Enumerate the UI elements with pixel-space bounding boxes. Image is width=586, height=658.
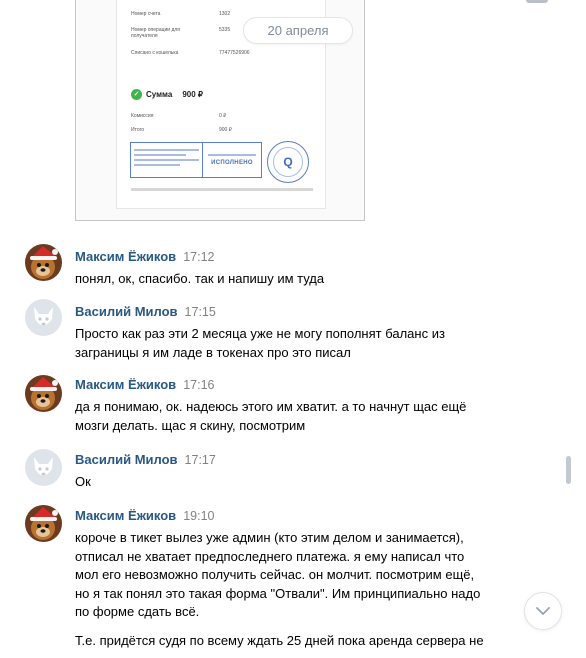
message-line: понял, ок, спасибо. так и напишу им туда <box>75 271 325 286</box>
qiwi-seal: Q <box>267 141 309 183</box>
message-line: но я так понял это такая форма "Отвали".… <box>75 585 481 601</box>
message-line: мозги делать. щас я скину, посмотрим <box>75 417 306 433</box>
message-header: Василий Милов 17:15 <box>75 304 216 320</box>
stamp-status-text: ИСПОЛНЕНО <box>211 160 253 166</box>
message-text: Просто как раз эти 2 месяца уже не могу … <box>75 325 495 362</box>
default-dog-avatar[interactable] <box>25 449 62 486</box>
message-header: Максим Ёжиков 17:16 <box>75 377 214 393</box>
message-line: заграницы я им ладе в токенах про это пи… <box>75 344 351 360</box>
message-line: короче в тикет вылез уже админ (кто этим… <box>75 530 464 545</box>
message-time[interactable]: 17:17 <box>185 453 216 467</box>
message-line: по форме сдать всё. <box>75 604 200 619</box>
scroll-down-button[interactable] <box>524 592 562 630</box>
date-divider: 20 апреля <box>243 17 353 44</box>
message-blank-line <box>75 622 495 632</box>
message-text: да я понимаю, ок. надеюсь этого им хвати… <box>75 398 495 435</box>
receipt-row-value: 77477526906 <box>219 50 250 56</box>
message-line: мол его невозможно получить сейчас. он м… <box>75 567 475 582</box>
message-header: Максим Ёжиков 19:10 <box>75 508 214 524</box>
receipt-row-label: Номер счета <box>131 11 161 17</box>
message-text: Ок <box>75 473 495 492</box>
qiwi-logo-icon: Q <box>273 147 303 177</box>
stamp-details <box>131 143 203 177</box>
santa-dog-avatar[interactable] <box>25 244 62 281</box>
default-dog-avatar[interactable] <box>25 299 62 336</box>
message-header: Василий Милов 17:17 <box>75 452 216 468</box>
chevron-down-icon <box>536 606 550 615</box>
checkmark-icon: ✓ <box>131 89 142 100</box>
receipt-row-label: Списано с кошелька <box>131 50 179 56</box>
message-time[interactable]: 17:12 <box>183 250 214 264</box>
author-name-link[interactable]: Максим Ёжиков <box>75 377 176 392</box>
message-header: Максим Ёжиков 17:12 <box>75 249 214 265</box>
receipt-footnote <box>131 188 313 191</box>
message-text: понял, ок, спасибо. так и напишу им туда <box>75 270 495 289</box>
receipt-total-label: Итого <box>131 127 145 133</box>
message-time[interactable]: 19:10 <box>183 509 214 523</box>
message-line: Просто как раз эти 2 месяца уже не могу … <box>75 326 445 341</box>
receipt-fee-label: Комиссия <box>131 113 154 119</box>
receipt-stamp: ИСПОЛНЕНО <box>130 142 262 178</box>
receipt-sum: ✓ Сумма 900 ₽ <box>131 89 203 100</box>
receipt-total-value: 900 ₽ <box>219 127 232 133</box>
receipt-sum-value: 900 ₽ <box>182 90 203 99</box>
receipt-row-value: 5335 <box>219 27 231 33</box>
author-name-link[interactable]: Василий Милов <box>75 304 178 319</box>
santa-dog-avatar[interactable] <box>25 505 62 542</box>
receipt-row-label: Номер операции для получателя <box>131 27 180 39</box>
message-line: отписал не хватает предпоследнего платеж… <box>75 548 465 564</box>
santa-dog-avatar[interactable] <box>25 375 62 412</box>
stamp-status: ИСПОЛНЕНО <box>203 143 261 177</box>
author-name-link[interactable]: Василий Милов <box>75 452 178 467</box>
receipt-fee-value: 0 ₽ <box>219 113 227 119</box>
message-time[interactable]: 17:16 <box>183 378 214 392</box>
scrollbar-thumb[interactable] <box>566 456 571 484</box>
chat-history: Номер счета 1302 Номер операции для полу… <box>0 0 586 658</box>
message-line: Т.е. придётся судя по всему ждать 25 дне… <box>75 632 484 648</box>
author-name-link[interactable]: Максим Ёжиков <box>75 249 176 264</box>
message-line: да я понимаю, ок. надеюсь этого им хвати… <box>75 399 467 414</box>
message-line: Ок <box>75 474 91 489</box>
message-text: короче в тикет вылез уже админ (кто этим… <box>75 529 495 650</box>
message-time[interactable]: 17:15 <box>185 305 216 319</box>
top-edge-fragment <box>526 0 548 3</box>
author-name-link[interactable]: Максим Ёжиков <box>75 508 176 523</box>
receipt-row-value: 1302 <box>219 11 231 17</box>
receipt-sum-label: Сумма <box>146 90 173 99</box>
